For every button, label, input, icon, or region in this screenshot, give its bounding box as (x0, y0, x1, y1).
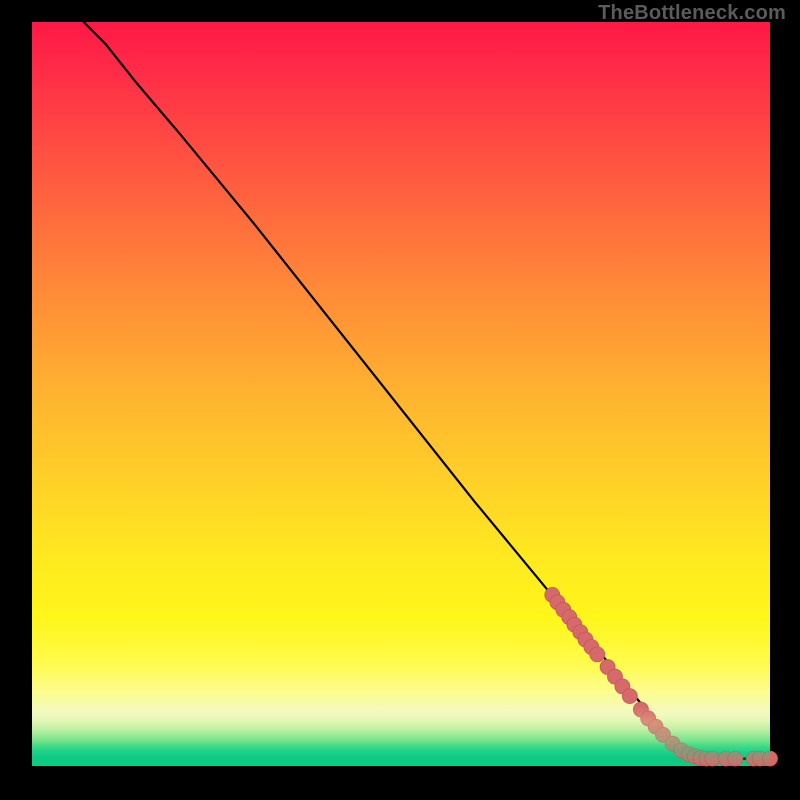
data-point (622, 689, 637, 704)
data-point (590, 647, 605, 662)
data-point (728, 751, 743, 766)
plot-area (32, 22, 770, 766)
data-markers (545, 587, 778, 766)
data-point (705, 751, 720, 766)
bottleneck-curve-svg (32, 22, 770, 766)
chart-frame: TheBottleneck.com (0, 0, 800, 800)
data-point (763, 751, 778, 766)
bottleneck-curve (84, 22, 770, 759)
